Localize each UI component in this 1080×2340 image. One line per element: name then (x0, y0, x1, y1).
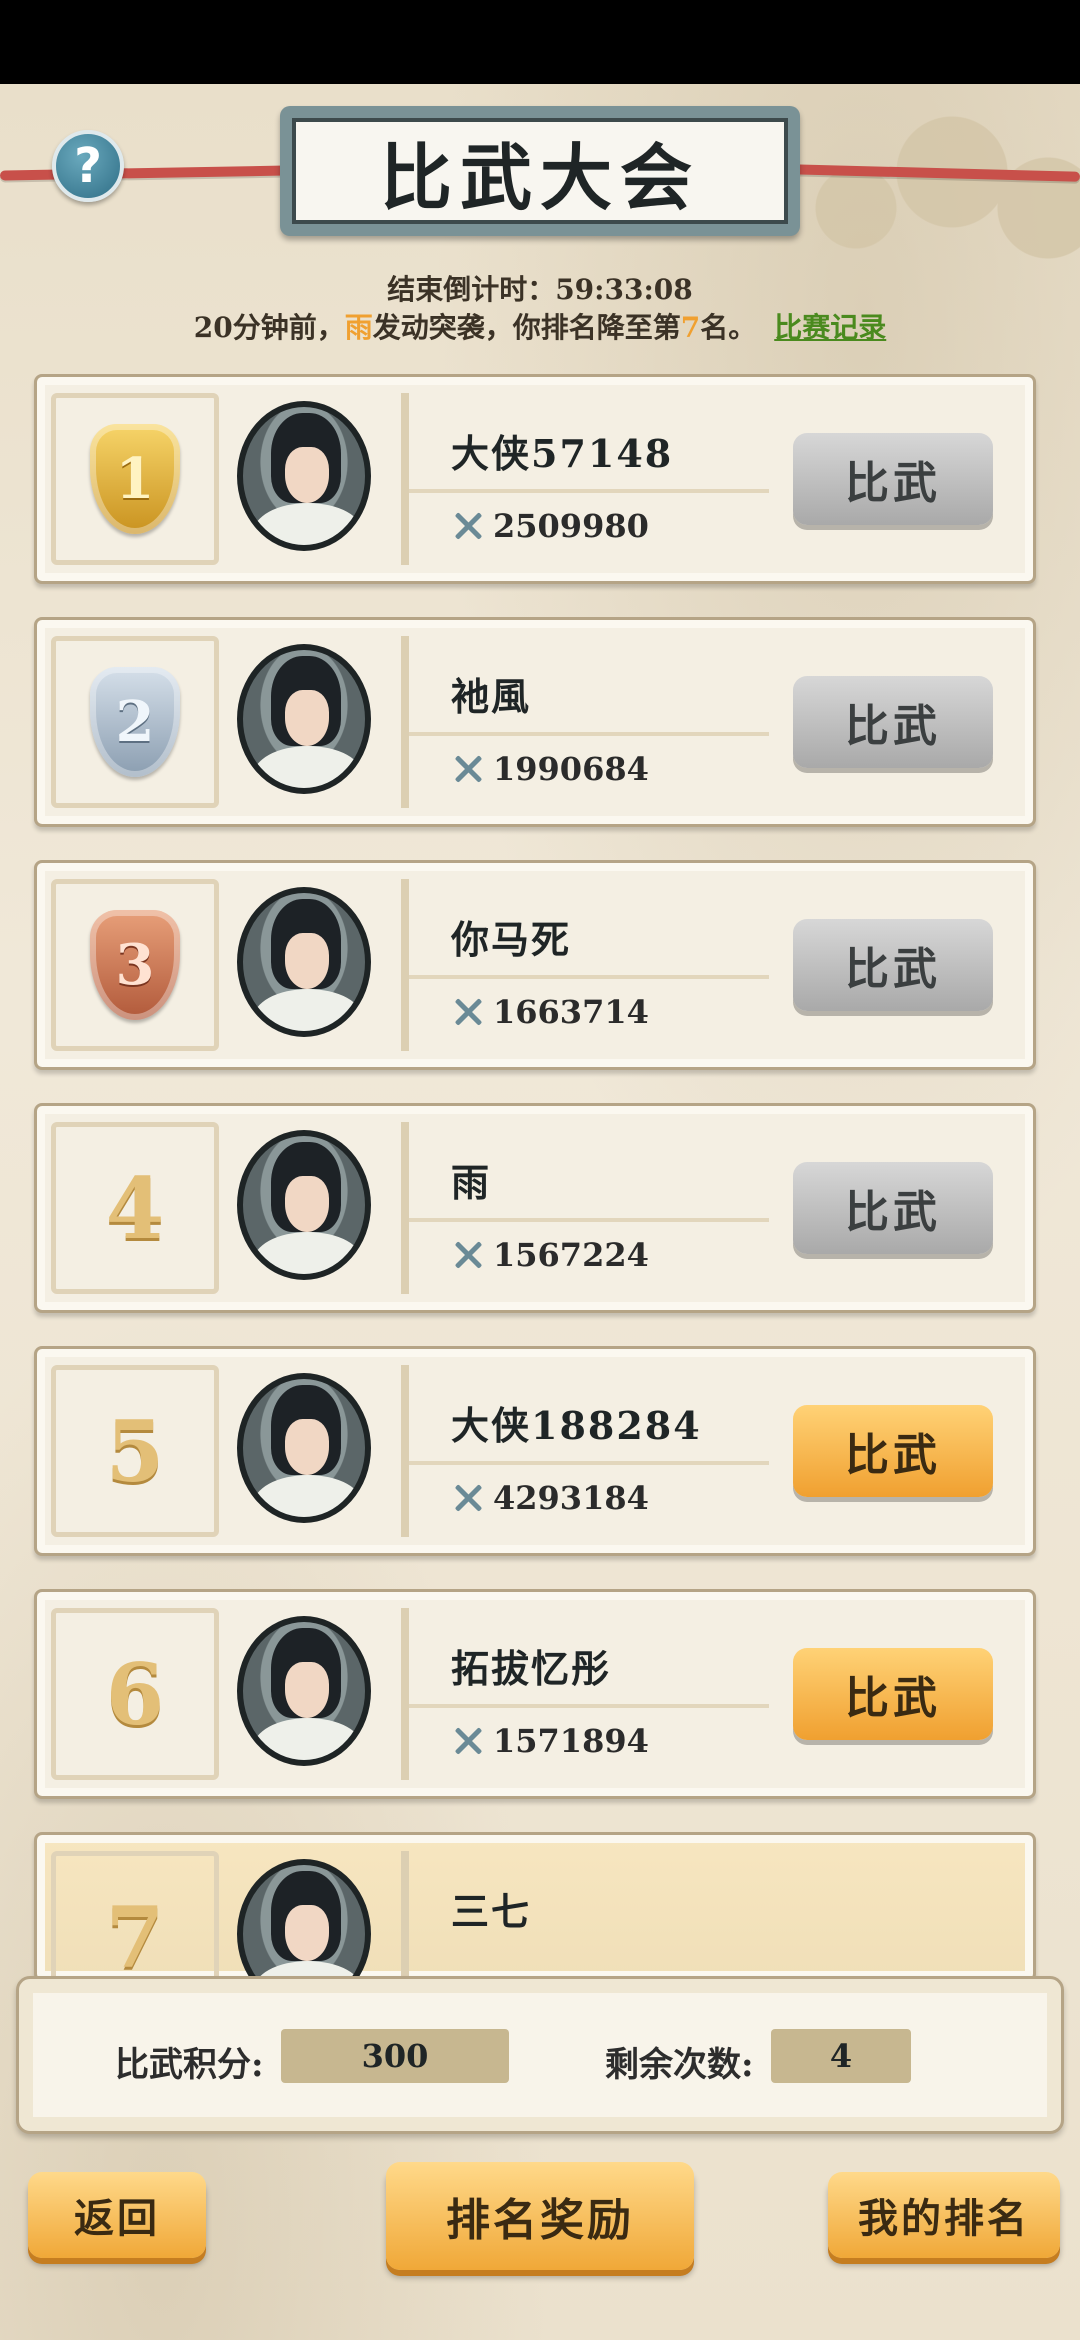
combat-power: 1663714 (451, 993, 649, 1031)
combat-power-value: 2509980 (493, 507, 649, 545)
player-row: 5 大侠188284 4293184 比武 (34, 1346, 1036, 1556)
player-row: 2 衪風 1990684 比武 (34, 617, 1036, 827)
combat-power: 1567224 (451, 1236, 649, 1274)
rank-number: 5 (105, 1401, 165, 1501)
divider (409, 1218, 769, 1222)
rank-number: 7 (105, 1887, 165, 1987)
player-name: 衪風 (451, 674, 532, 719)
player-row: 1 大侠57148 2509980 比武 (34, 374, 1036, 584)
avatar[interactable] (237, 1130, 371, 1280)
bronze-medal-icon: 3 (90, 910, 180, 1020)
remaining-label: 剩余次数: (605, 2045, 754, 2085)
divider (409, 1704, 769, 1708)
status-bar (0, 0, 1080, 84)
crossed-swords-icon (451, 995, 485, 1029)
divider (409, 1461, 769, 1465)
score-label: 比武积分: (115, 2045, 264, 2085)
match-record-link[interactable]: 比赛记录 (774, 311, 886, 344)
player-info: 大侠57148 2509980 (401, 393, 791, 565)
rank-box: 6 (51, 1608, 219, 1780)
rank-box: 2 (51, 636, 219, 808)
page-title: 比武大会 (292, 118, 788, 224)
crossed-swords-icon (451, 1238, 485, 1272)
rank-number: 4 (105, 1158, 165, 1258)
avatar[interactable] (237, 644, 371, 794)
combat-power-value: 4293184 (493, 1479, 649, 1517)
player-info: 大侠188284 4293184 (401, 1365, 791, 1537)
avatar[interactable] (237, 401, 371, 551)
combat-power: 4293184 (451, 1479, 649, 1517)
question-icon: ? (74, 138, 102, 194)
title-board: 比武大会 (280, 106, 800, 236)
duel-button[interactable]: 比武 (793, 919, 993, 1011)
combat-power-value: 1567224 (493, 1236, 649, 1274)
combat-power-value: 1663714 (493, 993, 649, 1031)
rank-box: 4 (51, 1122, 219, 1294)
notice-attacker: 雨 (344, 311, 373, 344)
combat-power-value: 1990684 (493, 750, 649, 788)
rank-box: 3 (51, 879, 219, 1051)
avatar[interactable] (237, 1373, 371, 1523)
duel-button[interactable]: 比武 (793, 1648, 993, 1740)
combat-power-value: 1571894 (493, 1722, 649, 1760)
player-row: 3 你马死 1663714 比武 (34, 860, 1036, 1070)
crossed-swords-icon (451, 1481, 485, 1515)
score-value: 300 (281, 2029, 509, 2083)
player-row: 6 拓拔忆彤 1571894 比武 (34, 1589, 1036, 1799)
player-info: 衪風 1990684 (401, 636, 791, 808)
player-info: 你马死 1663714 (401, 879, 791, 1051)
crossed-swords-icon (451, 509, 485, 543)
divider (409, 975, 769, 979)
notice-middle: 发动突袭，你排名降至第 (372, 311, 681, 344)
avatar[interactable] (237, 887, 371, 1037)
crossed-swords-icon (451, 1724, 485, 1758)
avatar[interactable] (237, 1616, 371, 1766)
player-info: 拓拔忆彤 1571894 (401, 1608, 791, 1780)
crossed-swords-icon (451, 752, 485, 786)
divider (409, 732, 769, 736)
rank-box: 1 (51, 393, 219, 565)
stats-panel: 比武积分: 300 剩余次数: 4 (16, 1976, 1064, 2134)
silver-medal-icon: 2 (90, 667, 180, 777)
player-info: 雨 1567224 (401, 1122, 791, 1294)
combat-power: 2509980 (451, 507, 649, 545)
gold-medal-icon: 1 (90, 424, 180, 534)
rank-notice: 20分钟前，雨发动突袭，你排名降至第7名。 比赛记录 (0, 306, 1080, 346)
cloud-decoration (760, 100, 1080, 280)
ranking-rewards-button[interactable]: 排名奖励 (386, 2162, 694, 2270)
remaining-value: 4 (771, 2029, 911, 2083)
player-name: 拓拔忆彤 (451, 1646, 612, 1691)
back-button[interactable]: 返回 (28, 2172, 206, 2258)
duel-button[interactable]: 比武 (793, 676, 993, 768)
player-name: 大侠188284 (451, 1403, 702, 1448)
notice-suffix: 名。 (700, 311, 757, 344)
my-ranking-button[interactable]: 我的排名 (828, 2172, 1060, 2258)
duel-button[interactable]: 比武 (793, 1405, 993, 1497)
notice-prefix: 20分钟前， (193, 311, 345, 344)
divider (409, 489, 769, 493)
notice-rank: 7 (680, 311, 701, 344)
player-row: 7 三七 (34, 1832, 1036, 2023)
player-name: 三七 (451, 1889, 532, 1934)
combat-power: 1571894 (451, 1722, 649, 1760)
player-name: 雨 (451, 1160, 492, 1205)
combat-power: 1990684 (451, 750, 649, 788)
duel-button[interactable]: 比武 (793, 433, 993, 525)
help-button[interactable]: ? (52, 130, 124, 202)
player-name: 大侠57148 (451, 431, 674, 476)
rank-number: 6 (105, 1644, 165, 1744)
rank-box: 5 (51, 1365, 219, 1537)
player-name: 你马死 (451, 917, 572, 962)
player-row: 4 雨 1567224 比武 (34, 1103, 1036, 1313)
duel-button[interactable]: 比武 (793, 1162, 993, 1254)
countdown-timer: 结束倒计时：59:33:08 (387, 273, 693, 306)
